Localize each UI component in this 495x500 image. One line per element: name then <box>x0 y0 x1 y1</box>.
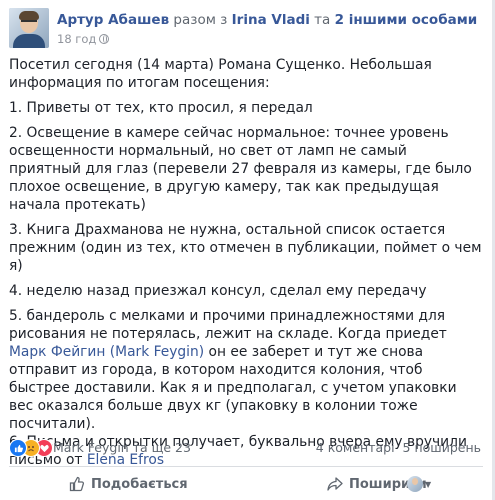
thumbs-up-icon <box>69 476 85 492</box>
author-name[interactable]: Артур Абашев <box>57 12 169 28</box>
shares-count[interactable]: 5 поширень <box>403 440 481 455</box>
post-paragraph: 3. Книга Драхманова не нужна, остальной … <box>9 222 482 274</box>
like-button[interactable]: Подобається <box>69 476 188 492</box>
post-paragraph: 1. Приветы от тех, кто просил, я передал <box>9 100 313 116</box>
globe-icon <box>99 34 110 44</box>
share-as-selector[interactable]: ▼ <box>407 476 431 492</box>
post-paragraph: 5. бандероль с мелками и прочими принадл… <box>9 307 483 433</box>
post-meta: 18 год <box>57 31 110 47</box>
engagement-counts: 4 коментарі 5 поширень <box>316 440 481 455</box>
post-paragraph: Посетил сегодня (14 марта) Романа Сущенк… <box>9 57 432 91</box>
post-paragraph: 4. неделю назад приезжал консул, сделал … <box>9 283 427 299</box>
reaction-icons[interactable] <box>9 439 53 457</box>
author-avatar[interactable] <box>9 8 49 48</box>
post-time[interactable]: 18 год <box>57 32 96 46</box>
post-body: Посетил сегодня (14 марта) Романа Сущенк… <box>9 56 483 469</box>
reaction-names[interactable]: Mark Feygin та ще 23 <box>53 440 191 455</box>
post-actions: Подобається Поширити ▼ <box>9 474 483 498</box>
reactions-bar: Mark Feygin та ще 23 4 коментарі 5 пошир… <box>9 438 483 458</box>
post-title-line: Артур Абашев разом з Irina Vladi та 2 ін… <box>57 11 477 29</box>
post-paragraph: 2. Освещение в камере сейчас нормальное:… <box>9 125 472 213</box>
tagged-person[interactable]: Irina Vladi <box>232 12 310 28</box>
tagged-others[interactable]: 2 іншими особами <box>335 12 478 28</box>
share-arrow-icon <box>327 477 343 491</box>
thumbs-up-icon <box>9 439 27 457</box>
like-label: Подобається <box>91 476 188 492</box>
and-text: та <box>314 12 331 28</box>
comments-count[interactable]: 4 коментарі <box>316 440 395 455</box>
actions-divider <box>9 466 483 467</box>
mark-feygin-link[interactable]: Марк Фейгин (Mark Feygin) <box>9 344 204 360</box>
avatar <box>407 476 423 492</box>
with-text: разом з <box>173 12 228 28</box>
post-text: 5. бандероль с мелками и прочими принадл… <box>9 308 447 342</box>
chevron-down-icon: ▼ <box>425 479 432 489</box>
post-header: Артур Абашев разом з Irina Vladi та 2 ін… <box>9 8 479 52</box>
